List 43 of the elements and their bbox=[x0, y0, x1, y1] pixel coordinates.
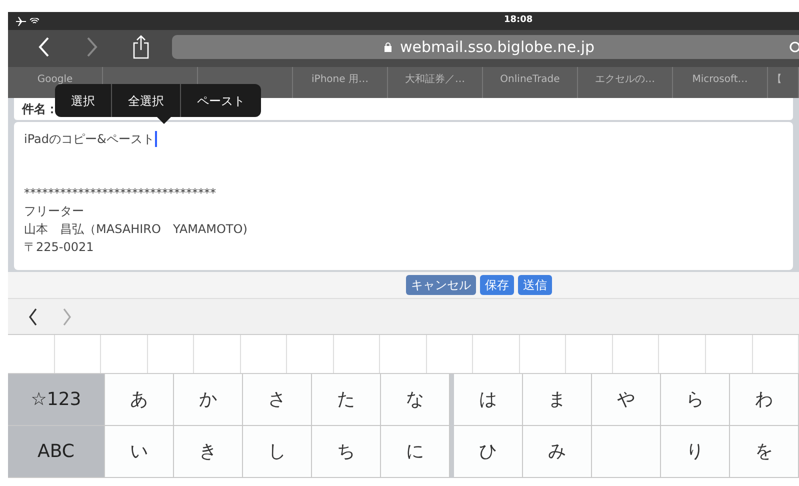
keyboard-key[interactable]: し bbox=[243, 426, 312, 478]
keyboard-key[interactable]: ひ bbox=[454, 426, 523, 478]
forward-icon[interactable] bbox=[86, 37, 98, 57]
keyboard-key[interactable]: や bbox=[592, 374, 661, 426]
back-icon[interactable] bbox=[28, 308, 38, 326]
lock-icon bbox=[384, 42, 392, 52]
keyboard-key[interactable]: ABC bbox=[8, 426, 105, 478]
keyboard-key[interactable]: ら bbox=[661, 374, 730, 426]
keyboard-key[interactable]: わ bbox=[730, 374, 799, 426]
keyboard-key[interactable]: ち bbox=[312, 426, 381, 478]
keyboard-key[interactable]: あ bbox=[105, 374, 174, 426]
body-text-line: ******************************** bbox=[24, 185, 216, 202]
body-text-line: 山本 昌弘（MASAHIRO YAMAMOTO) bbox=[24, 221, 248, 238]
keyboard-key[interactable]: た bbox=[312, 374, 381, 426]
keyboard-key[interactable]: に bbox=[381, 426, 450, 478]
keyboard-key[interactable]: を bbox=[730, 426, 799, 478]
keyboard-key[interactable]: ま bbox=[523, 374, 592, 426]
share-icon[interactable] bbox=[132, 35, 150, 59]
url-text: webmail.sso.biglobe.ne.jp bbox=[400, 36, 595, 58]
menu-item[interactable]: 選択 bbox=[55, 84, 111, 117]
address-field[interactable]: webmail.sso.biglobe.ne.jp bbox=[172, 35, 799, 59]
keyboard-key[interactable]: い bbox=[105, 426, 174, 478]
keyboard-key[interactable]: は bbox=[454, 374, 523, 426]
wifi-icon bbox=[30, 18, 39, 24]
keyboard-key[interactable]: り bbox=[661, 426, 730, 478]
airplane-icon bbox=[16, 16, 26, 26]
form-button[interactable]: キャンセル bbox=[406, 275, 476, 295]
body-text-line: iPadのコピー&ペースト bbox=[24, 131, 154, 148]
keyboard-key[interactable]: み bbox=[523, 426, 592, 478]
text-cursor-icon bbox=[155, 131, 158, 147]
form-button[interactable]: 保存 bbox=[480, 275, 514, 295]
subject-label: 件名： bbox=[22, 101, 58, 118]
bookmark-link[interactable]: エクセルの… bbox=[595, 72, 655, 87]
keyboard-key[interactable]: ☆123 bbox=[8, 374, 105, 426]
body-text-line: フリーター bbox=[24, 203, 84, 220]
clock: 18:08 bbox=[504, 14, 533, 28]
message-body-field[interactable]: iPadのコピー&ペースト ******************************** フリーター 山本 昌弘（MASAHIRO YAMAMOTO) 〒225-0021 bbox=[14, 122, 793, 270]
body-text-line: 〒225-0021 bbox=[24, 239, 94, 256]
keyboard-key[interactable]: な bbox=[381, 374, 450, 426]
keyboard-key[interactable]: さ bbox=[243, 374, 312, 426]
keyboard-key[interactable]: き bbox=[174, 426, 243, 478]
keyboard-key[interactable]: か bbox=[174, 374, 243, 426]
form-button[interactable]: 送信 bbox=[518, 275, 552, 295]
